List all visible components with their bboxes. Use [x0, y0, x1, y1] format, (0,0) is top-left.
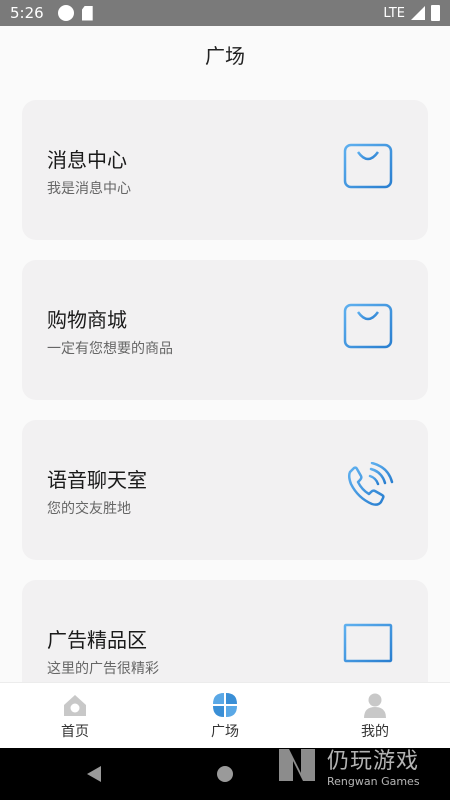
bag-icon — [343, 303, 393, 349]
card-subtitle: 这里的广告很精彩 — [47, 661, 159, 677]
card-message-center[interactable]: 消息中心 我是消息中心 — [22, 100, 428, 240]
watermark-en: Rengwan Games — [327, 774, 420, 788]
tab-label: 首页 — [61, 724, 89, 740]
card-voice-chat-room[interactable]: 语音聊天室 您的交友胜地 — [22, 420, 428, 560]
tab-mine[interactable]: 我的 — [300, 683, 450, 748]
clover-icon — [213, 693, 237, 717]
battery-icon — [431, 5, 440, 21]
home-button-icon[interactable] — [217, 766, 233, 782]
home-icon — [64, 695, 86, 716]
card-subtitle: 我是消息中心 — [47, 181, 131, 197]
board-icon — [343, 623, 393, 669]
card-title: 广告精品区 — [47, 628, 147, 652]
phone-icon — [347, 462, 394, 506]
notification-dot-icon — [57, 5, 74, 21]
status-time: 5:26 — [10, 4, 44, 22]
page-title: 广场 — [205, 43, 245, 68]
user-icon — [364, 693, 386, 718]
back-icon[interactable] — [87, 766, 101, 782]
watermark-cn: 仍玩游戏 — [327, 748, 420, 774]
watermark-logo-icon — [279, 749, 315, 781]
bag-icon — [343, 143, 393, 189]
card-subtitle: 一定有您想要的商品 — [47, 341, 173, 357]
card-subtitle: 您的交友胜地 — [47, 501, 131, 517]
card-shopping-mall[interactable]: 购物商城 一定有您想要的商品 — [22, 260, 428, 400]
tab-home[interactable]: 首页 — [0, 683, 150, 748]
signal-icon — [411, 6, 425, 20]
card-ad-zone[interactable]: 广告精品区 这里的广告很精彩 — [22, 580, 428, 682]
tab-label: 广场 — [211, 724, 239, 740]
tab-plaza[interactable]: 广场 — [150, 683, 300, 748]
tab-label: 我的 — [361, 724, 389, 740]
bottom-tab-bar: 首页 广场 我的 — [0, 682, 450, 748]
sd-card-icon — [81, 5, 93, 21]
card-title: 消息中心 — [47, 148, 127, 172]
status-bar: 5:26 LTE — [0, 0, 450, 26]
card-title: 购物商城 — [47, 308, 127, 332]
network-type: LTE — [383, 5, 405, 21]
card-title: 语音聊天室 — [47, 468, 147, 492]
watermark: 仍玩游戏 Rengwan Games — [275, 740, 435, 790]
card-list: 消息中心 我是消息中心 购物商城 一定有您想要的商品 语音聊天室 您的交友胜地 … — [0, 82, 450, 682]
